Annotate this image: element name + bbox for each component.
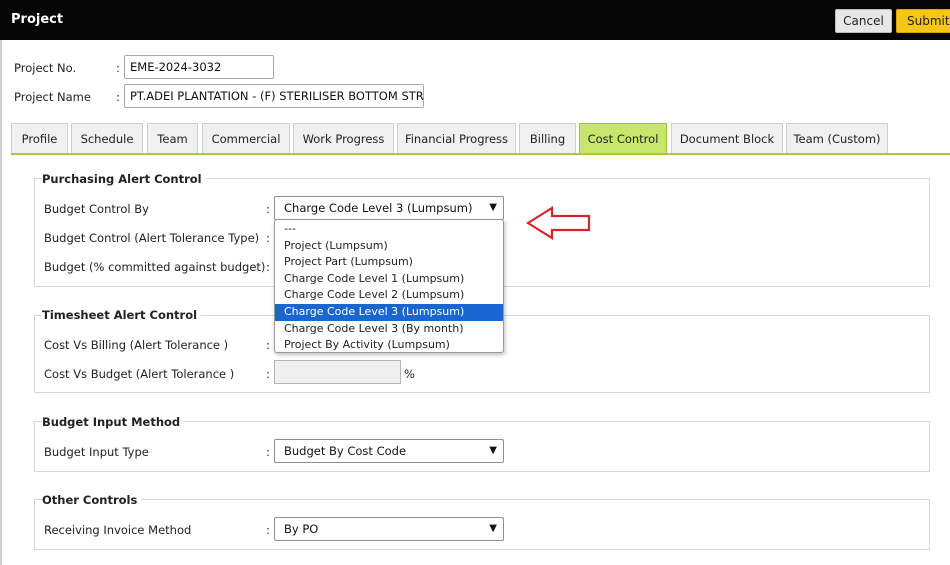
red-arrow-icon — [526, 206, 591, 240]
receiving-invoice-value: By PO — [284, 522, 319, 536]
alert-tolerance-type-label: Budget Control (Alert Tolerance Type) — [44, 231, 260, 245]
timesheet-alert-title: Timesheet Alert Control — [42, 308, 202, 322]
tab-profile[interactable]: Profile — [11, 123, 68, 154]
colon: : — [266, 445, 270, 459]
tab-financial-progress[interactable]: Financial Progress — [397, 123, 516, 154]
project-name-field[interactable]: PT.ADEI PLANTATION - (F) STERILISER BOTT… — [124, 84, 424, 108]
cost-vs-billing-label: Cost Vs Billing (Alert Tolerance ) — [44, 338, 229, 352]
dropdown-option[interactable]: Project (Lumpsum) — [275, 238, 503, 255]
budget-input-type-select[interactable]: Budget By Cost Code ▼ — [274, 439, 504, 463]
receiving-invoice-label: Receiving Invoice Method — [44, 523, 192, 537]
colon: : — [266, 523, 270, 537]
colon: : — [266, 202, 270, 216]
tab-schedule[interactable]: Schedule — [71, 123, 143, 154]
tab-work-progress[interactable]: Work Progress — [293, 123, 394, 154]
tab-underline — [11, 153, 950, 155]
tab-team-custom[interactable]: Team (Custom) — [786, 123, 888, 154]
dropdown-option[interactable]: --- — [275, 221, 503, 238]
chevron-down-icon: ▼ — [489, 445, 497, 456]
tab-commercial[interactable]: Commercial — [202, 123, 290, 154]
colon: : — [266, 231, 270, 245]
receiving-invoice-select[interactable]: By PO ▼ — [274, 517, 504, 541]
percent-label: % — [404, 367, 415, 381]
dropdown-option[interactable]: Charge Code Level 2 (Lumpsum) — [275, 287, 503, 304]
budget-input-type-label: Budget Input Type — [44, 445, 149, 459]
top-bar: Project Cancel Submit — [0, 0, 950, 40]
left-border — [0, 40, 2, 565]
budget-control-by-select[interactable]: Charge Code Level 3 (Lumpsum) ▼ — [274, 196, 504, 220]
cost-vs-budget-label: Cost Vs Budget (Alert Tolerance ) — [44, 367, 235, 381]
cost-vs-budget-input[interactable] — [274, 360, 401, 384]
project-no-field[interactable]: EME-2024-3032 — [124, 55, 274, 79]
budget-control-by-label: Budget Control By — [44, 202, 149, 216]
submit-button[interactable]: Submit — [896, 9, 950, 33]
page-title: Project — [11, 12, 64, 27]
budget-input-title: Budget Input Method — [42, 415, 185, 429]
purchasing-alert-title: Purchasing Alert Control — [42, 172, 206, 186]
colon: : — [266, 260, 270, 274]
project-name-label: Project Name — [14, 90, 91, 104]
dropdown-option[interactable]: Project By Activity (Lumpsum) — [275, 337, 503, 354]
budget-pct-label: Budget (% committed against budget) — [44, 260, 266, 274]
project-no-label: Project No. — [14, 61, 77, 75]
dropdown-option[interactable]: Charge Code Level 3 (By month) — [275, 321, 503, 338]
colon: : — [116, 90, 120, 104]
budget-input-type-value: Budget By Cost Code — [284, 444, 407, 458]
other-controls-title: Other Controls — [42, 493, 142, 507]
tab-billing[interactable]: Billing — [519, 123, 576, 154]
cancel-button[interactable]: Cancel — [835, 9, 892, 33]
budget-control-dropdown-list: --- Project (Lumpsum) Project Part (Lump… — [274, 219, 504, 353]
tab-team[interactable]: Team — [147, 123, 198, 154]
tab-cost-control[interactable]: Cost Control — [579, 123, 667, 154]
dropdown-option[interactable]: Project Part (Lumpsum) — [275, 254, 503, 271]
dropdown-option-selected[interactable]: Charge Code Level 3 (Lumpsum) — [275, 303, 503, 321]
budget-control-by-value: Charge Code Level 3 (Lumpsum) — [284, 201, 473, 215]
chevron-down-icon: ▼ — [489, 202, 497, 213]
colon: : — [266, 367, 270, 381]
colon: : — [116, 61, 120, 75]
dropdown-option[interactable]: Charge Code Level 1 (Lumpsum) — [275, 271, 503, 288]
colon: : — [266, 338, 270, 352]
tab-document-block[interactable]: Document Block — [671, 123, 783, 154]
chevron-down-icon: ▼ — [489, 523, 497, 534]
